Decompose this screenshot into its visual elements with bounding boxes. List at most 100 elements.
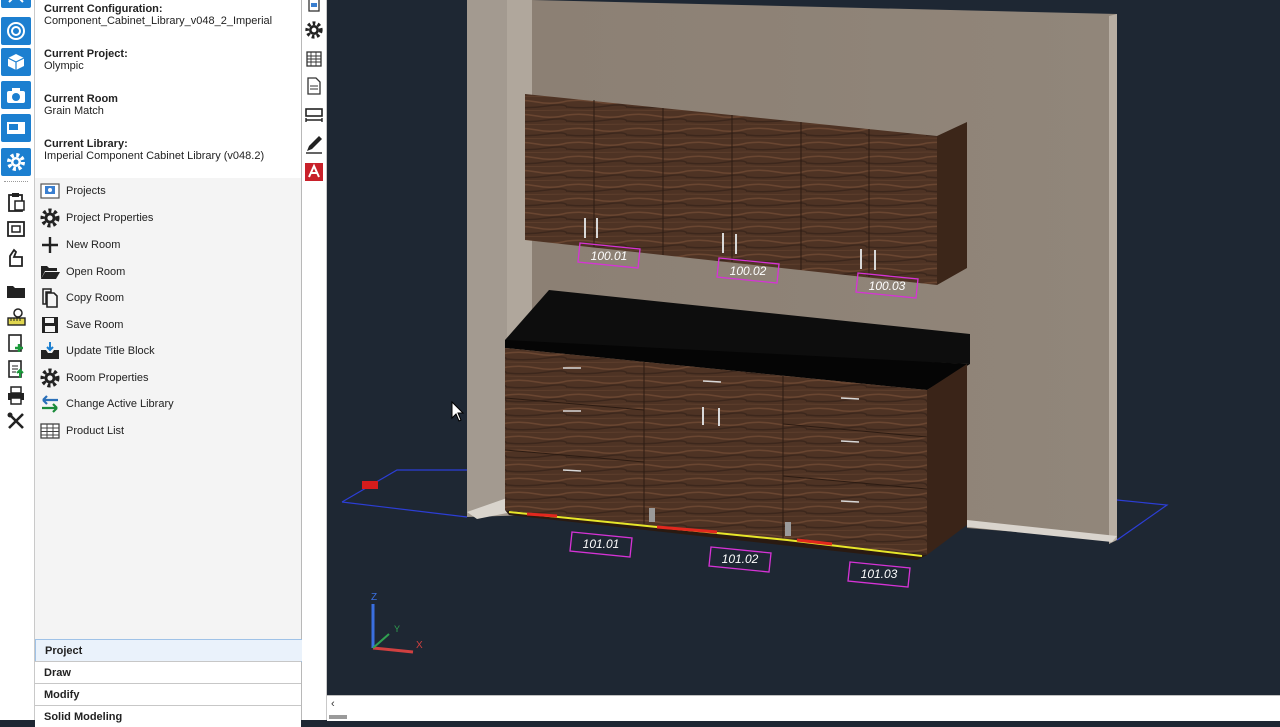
swap-arrows-icon: [38, 393, 62, 415]
document-icon[interactable]: [303, 0, 325, 16]
hand-icon[interactable]: [1, 243, 31, 271]
menu-item-new-room[interactable]: New Room: [35, 233, 301, 257]
lower-label-2-text: 101.02: [722, 552, 759, 566]
upper-label-2-text: 100.02: [730, 264, 767, 278]
clipboard-icon[interactable]: [1, 188, 31, 216]
current-configuration: Current Configuration: Component_Cabinet…: [44, 3, 272, 27]
menu-label: New Room: [66, 239, 121, 251]
autocad-icon[interactable]: [303, 160, 325, 184]
upper-cabinets-side: [937, 122, 967, 285]
tab-label: Solid Modeling: [44, 710, 123, 723]
dimension-icon[interactable]: [303, 103, 325, 127]
menu-item-room-properties[interactable]: Room Properties: [35, 366, 301, 390]
menu-item-product-list[interactable]: Product List: [35, 419, 301, 443]
axis-z-label: Z: [371, 592, 377, 603]
gear-icon[interactable]: [303, 18, 325, 42]
room-label: Current Room: [44, 93, 118, 105]
tab-solid-modeling[interactable]: Solid Modeling: [35, 705, 301, 727]
project-value: Olympic: [44, 60, 84, 72]
gear-icon: [38, 367, 62, 389]
scroll-left-arrow-icon[interactable]: ‹: [331, 698, 335, 710]
scrollbar-thumb[interactable]: [329, 715, 347, 719]
copy-icon: [38, 287, 62, 309]
library-value: Imperial Component Cabinet Library (v048…: [44, 150, 265, 162]
axis-y-label: Y: [394, 624, 400, 634]
ruler-icon[interactable]: [1, 303, 31, 331]
horizontal-scrollbar[interactable]: ‹: [327, 695, 1280, 721]
scene: 100.01 100.02 100.03 101.01 101.02 101.0…: [341, 0, 1169, 654]
viewport-toolbar: [302, 0, 327, 720]
printer-icon[interactable]: [1, 381, 31, 409]
page-icon[interactable]: [303, 74, 325, 98]
tab-project[interactable]: Project: [35, 639, 303, 662]
projects-icon: [38, 180, 62, 202]
lower-label-1-text: 101.01: [583, 537, 620, 551]
menu-label: Change Active Library: [66, 398, 174, 410]
lower-label-1: 101.01: [569, 531, 633, 558]
configuration-label: Current Configuration:: [44, 3, 163, 15]
3d-viewport[interactable]: 100.01 100.02 100.03 101.01 101.02 101.0…: [327, 0, 1280, 695]
grid-icon: [38, 420, 62, 442]
camera-icon[interactable]: [1, 81, 31, 109]
ucs-axis-icon: Z Y X: [371, 592, 423, 654]
upper-label-3-text: 100.03: [869, 279, 906, 293]
frame-icon[interactable]: [1, 215, 31, 243]
screen-icon[interactable]: [1, 114, 31, 142]
menu-item-projects[interactable]: Projects: [35, 179, 301, 203]
menu-label: Room Properties: [66, 372, 149, 384]
menu-label: Copy Room: [66, 292, 125, 304]
logo-icon[interactable]: [1, 0, 31, 8]
table-icon[interactable]: [303, 47, 325, 71]
menu-label: Product List: [66, 425, 125, 437]
plus-icon: [38, 234, 62, 256]
project-label: Current Project:: [44, 48, 128, 60]
room-value: Grain Match: [44, 105, 104, 117]
current-library: Current Library: Imperial Component Cabi…: [44, 138, 264, 162]
lower-label-2: 101.02: [708, 546, 772, 573]
lower-label-3: 101.03: [847, 561, 911, 588]
spiral-icon[interactable]: [1, 17, 31, 45]
tab-label: Modify: [44, 688, 80, 701]
toolbar-separator: [4, 181, 28, 182]
menu-label: Update Title Block: [66, 345, 155, 357]
menu-item-update-title-block[interactable]: Update Title Block: [35, 339, 301, 363]
menu-label: Project Properties: [66, 212, 154, 224]
menu-item-project-properties[interactable]: Project Properties: [35, 206, 301, 230]
project-menu: Projects Project Properties New Room Ope…: [35, 178, 301, 640]
folder-icon[interactable]: [1, 277, 31, 305]
tab-label: Draw: [44, 666, 71, 679]
tab-modify[interactable]: Modify: [35, 683, 301, 705]
library-label: Current Library:: [44, 138, 128, 150]
lower-label-3-text: 101.03: [861, 567, 898, 581]
gear-icon: [38, 207, 62, 229]
folder-open-icon: [38, 261, 62, 283]
project-panel: Current Configuration: Component_Cabinet…: [35, 0, 303, 727]
footprint-line-left: [341, 469, 467, 503]
pencil-icon[interactable]: [303, 132, 325, 156]
gear-icon[interactable]: [1, 148, 31, 176]
tools-icon[interactable]: [1, 407, 31, 435]
menu-item-open-room[interactable]: Open Room: [35, 260, 301, 284]
tab-draw[interactable]: Draw: [35, 661, 301, 683]
save-icon: [38, 314, 62, 336]
tab-label: Project: [45, 644, 83, 657]
current-room: Current Room Grain Match: [44, 93, 118, 117]
mouse-cursor-icon: [451, 400, 465, 422]
upper-label-1-text: 100.01: [591, 249, 628, 263]
menu-item-copy-room[interactable]: Copy Room: [35, 286, 301, 310]
menu-item-change-active-library[interactable]: Change Active Library: [35, 392, 301, 416]
menu-label: Projects: [66, 185, 106, 197]
menu-label: Open Room: [66, 266, 126, 278]
footprint-line-left-bottom: [341, 501, 468, 518]
cube-icon[interactable]: [1, 48, 31, 76]
menu-item-save-room[interactable]: Save Room: [35, 313, 301, 337]
base-cabinets-side: [927, 364, 967, 555]
wall-edge: [1109, 14, 1117, 544]
menu-label: Save Room: [66, 319, 124, 331]
add-sheet-icon[interactable]: [1, 329, 31, 357]
configuration-value: Component_Cabinet_Library_v048_2_Imperia…: [44, 15, 273, 27]
axis-x-label: X: [416, 640, 423, 651]
red-marker: [362, 481, 378, 489]
export-sheet-icon[interactable]: [1, 355, 31, 383]
current-project: Current Project: Olympic: [44, 48, 128, 72]
